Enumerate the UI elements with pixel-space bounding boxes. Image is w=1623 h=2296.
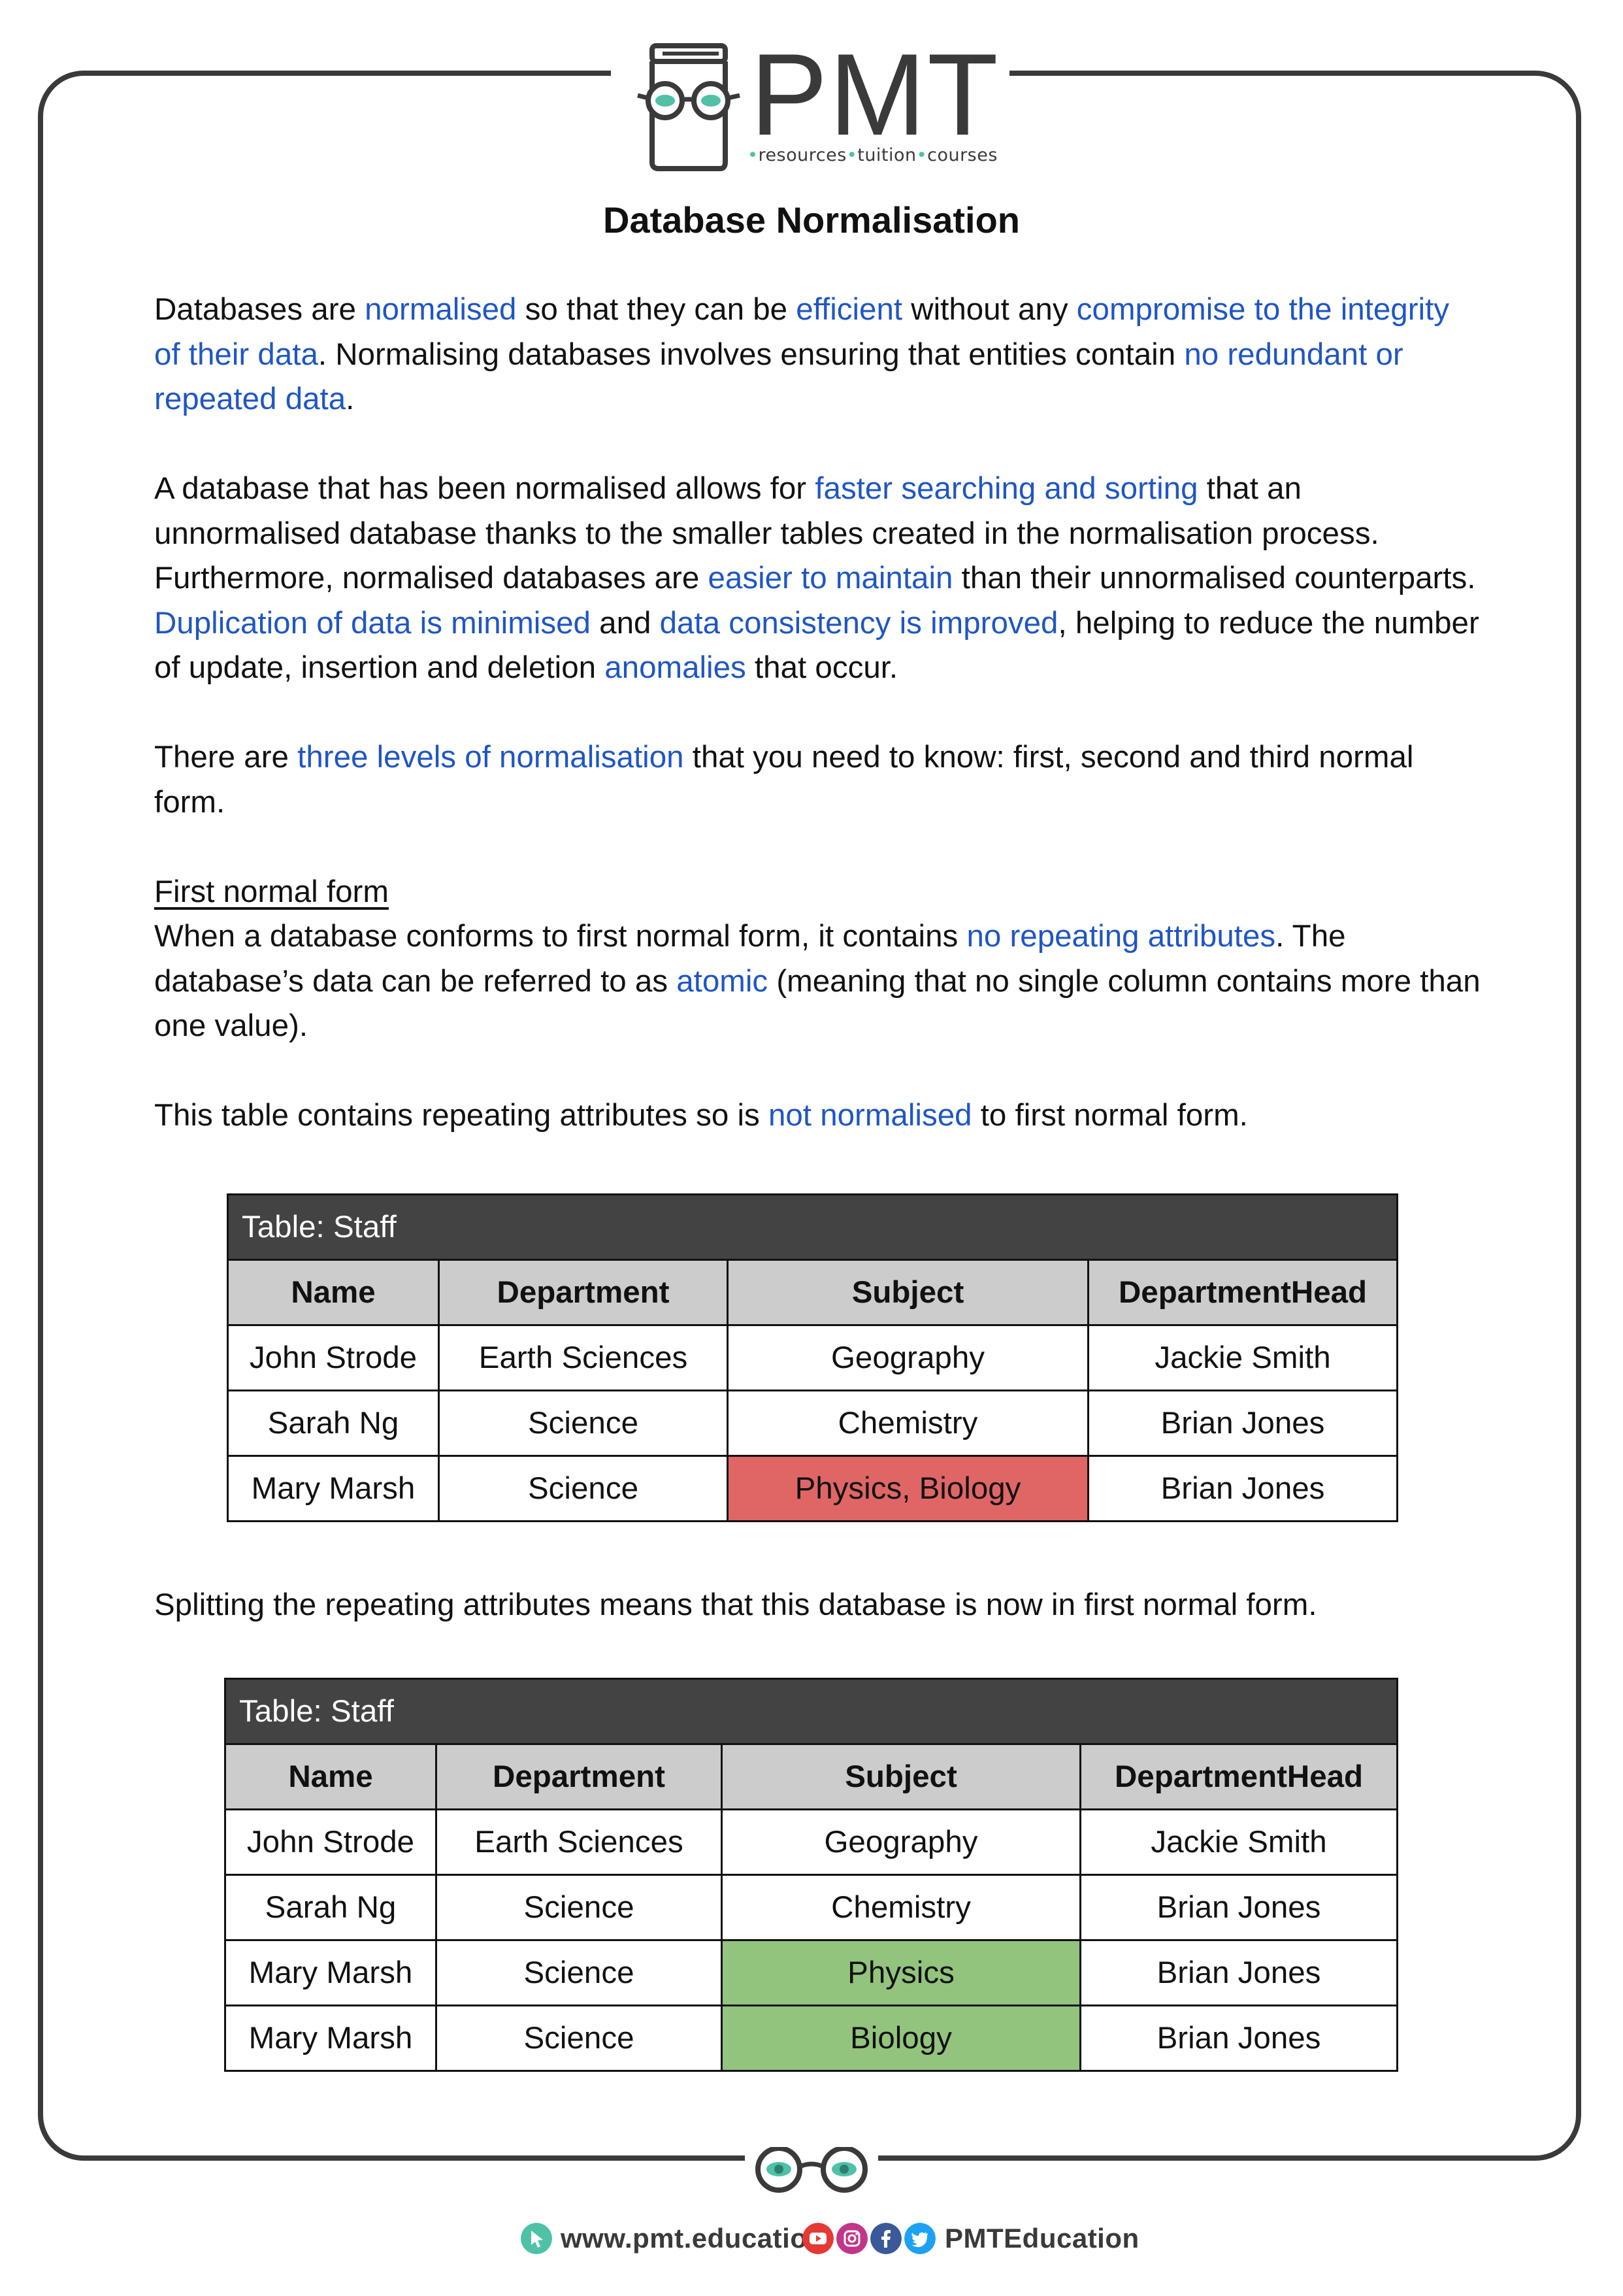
- social-handle[interactable]: PMTEducation: [945, 2219, 1139, 2258]
- staff-table-first-normal-form: Table: Staff Name Department Subject Dep…: [223, 1678, 1399, 2072]
- column-header: Department: [438, 1259, 729, 1326]
- table-cell: Science: [435, 1939, 723, 2006]
- paragraph-benefits: A database that has been normalised allo…: [154, 471, 1479, 685]
- twitter-icon[interactable]: [904, 2223, 936, 2254]
- youtube-icon[interactable]: [802, 2223, 834, 2254]
- paragraph-not-normalised: This table contains repeating attributes…: [154, 1098, 1248, 1133]
- column-header: Name: [224, 1743, 437, 1810]
- paragraph-first-normal-form-result: Splitting the repeating attributes means…: [154, 1588, 1317, 1622]
- table-cell: Chemistry: [727, 1389, 1089, 1457]
- table-cell: Brian Jones: [1079, 1874, 1399, 1941]
- column-header: DepartmentHead: [1079, 1743, 1399, 1810]
- table-cell: Science: [438, 1389, 729, 1457]
- instagram-icon[interactable]: [836, 2223, 868, 2254]
- table-row: Sarah Ng Science Chemistry Brian Jones: [227, 1389, 1399, 1457]
- column-header: Subject: [727, 1259, 1089, 1326]
- column-header: Department: [435, 1743, 723, 1810]
- table-cell: Science: [435, 1874, 723, 1941]
- footer: www.pmt.education PMTEducation: [0, 2219, 1623, 2258]
- document-body: Databases are normalised so that they ca…: [154, 288, 1481, 1139]
- column-header: Subject: [721, 1743, 1081, 1810]
- table-row: Mary Marsh Science Physics Brian Jones: [224, 1939, 1399, 2006]
- table-cell: Geography: [721, 1808, 1081, 1876]
- page-title: Database Normalisation: [603, 199, 1020, 241]
- table-cell: Earth Sciences: [435, 1808, 723, 1876]
- table-row: Sarah Ng Science Chemistry Brian Jones: [224, 1874, 1399, 1941]
- table-cell: Brian Jones: [1079, 2005, 1399, 2072]
- pmt-logo: PMT •resources•tuition•courses: [634, 37, 1000, 171]
- section-first-normal-form: First normal form When a database confor…: [154, 874, 1481, 1044]
- table-cell: Mary Marsh: [227, 1455, 440, 1522]
- table-cell: Science: [435, 2005, 723, 2072]
- split-attribute-cell: Physics: [721, 1939, 1081, 2006]
- paragraph-normalisation-intro: Databases are normalised so that they ca…: [154, 292, 1450, 416]
- column-header: Name: [227, 1259, 440, 1326]
- table-cell: Jackie Smith: [1079, 1808, 1399, 1876]
- table-cell: Brian Jones: [1087, 1455, 1399, 1522]
- table-header-row: Name Department Subject DepartmentHead: [224, 1743, 1399, 1810]
- table-cell: Geography: [727, 1324, 1089, 1391]
- logo-tagline: •resources•tuition•courses: [747, 145, 998, 165]
- table-cell: Science: [438, 1455, 729, 1522]
- table-cell: Sarah Ng: [224, 1874, 437, 1941]
- table-header-row: Name Department Subject DepartmentHead: [227, 1259, 1399, 1326]
- table-cell: Sarah Ng: [227, 1389, 440, 1457]
- table-row: Mary Marsh Science Biology Brian Jones: [224, 2005, 1399, 2072]
- table-caption: Table: Staff: [226, 1193, 1399, 1261]
- staff-table-unnormalised: Table: Staff Name Department Subject Dep…: [226, 1193, 1399, 1522]
- table-cell: Earth Sciences: [438, 1324, 729, 1391]
- table-cell: John Strode: [227, 1324, 440, 1391]
- table-cell: John Strode: [224, 1808, 437, 1876]
- subheading-first-normal-form: First normal form: [154, 874, 389, 909]
- table-cell: Mary Marsh: [224, 2005, 437, 2072]
- table-cell: Chemistry: [721, 1874, 1081, 1941]
- logo-wordmark: PMT: [750, 29, 1000, 159]
- website-link[interactable]: www.pmt.education: [561, 2219, 825, 2258]
- facebook-icon[interactable]: [870, 2223, 902, 2254]
- table-cell: Brian Jones: [1079, 1939, 1399, 2006]
- cursor-icon: [521, 2223, 552, 2254]
- column-header: DepartmentHead: [1087, 1259, 1399, 1326]
- repeating-attribute-cell: Physics, Biology: [727, 1455, 1089, 1522]
- paragraph-levels: There are three levels of normalisation …: [154, 740, 1414, 820]
- table-caption: Table: Staff: [223, 1678, 1399, 1745]
- table-row: John Strode Earth Sciences Geography Jac…: [227, 1324, 1399, 1391]
- table-cell: Brian Jones: [1087, 1389, 1399, 1457]
- table-cell: Jackie Smith: [1087, 1324, 1399, 1391]
- book-glasses-icon: [637, 43, 740, 171]
- table-row: John Strode Earth Sciences Geography Jac…: [224, 1808, 1399, 1876]
- glasses-icon: [745, 2147, 878, 2193]
- split-attribute-cell: Biology: [721, 2005, 1081, 2072]
- table-cell: Mary Marsh: [224, 1939, 437, 2006]
- table-row: Mary Marsh Science Physics, Biology Bria…: [227, 1455, 1399, 1522]
